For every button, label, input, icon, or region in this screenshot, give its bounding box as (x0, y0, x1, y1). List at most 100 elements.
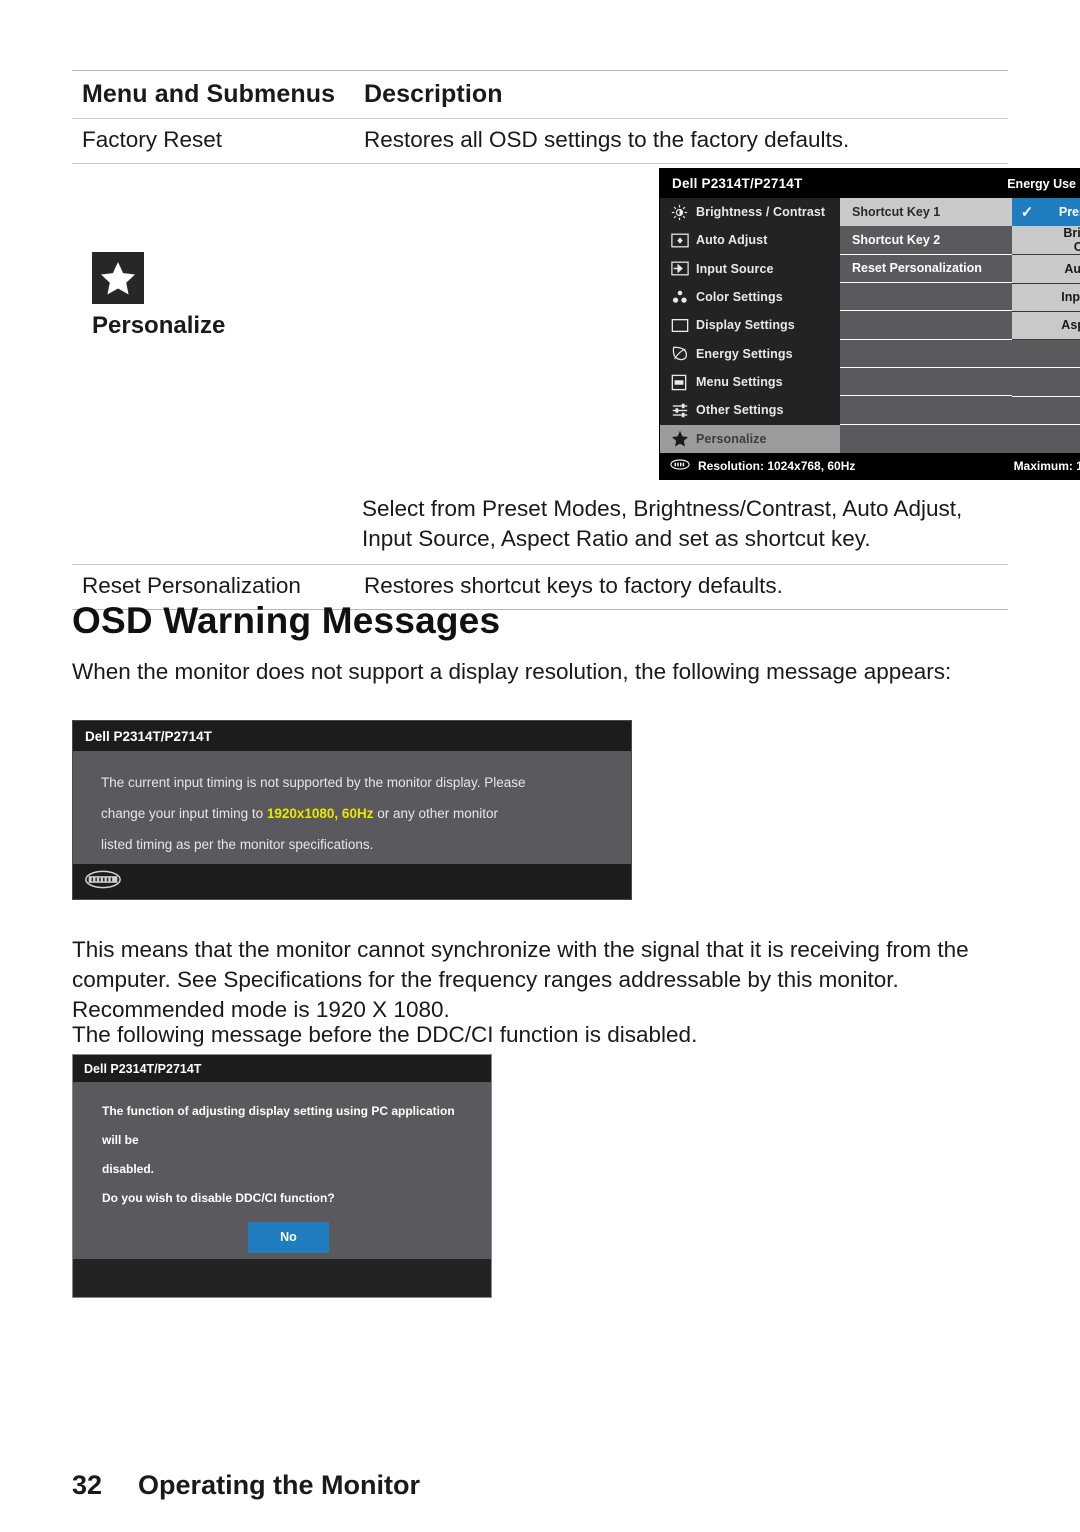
personalize-description: Select from Preset Modes, Brightness/Con… (362, 496, 963, 551)
osd-option-label: Aspect Raito (1061, 318, 1080, 333)
osd-submenu-label: Reset Personalization (852, 261, 982, 276)
osd-option-auto-adjust[interactable]: Auto Adjust (1012, 255, 1080, 284)
osd-main-menu: Brightness / Contrast Auto Adjust Input … (660, 198, 840, 453)
osd-submenu-item-empty (840, 396, 1012, 425)
unsupported-timing-dialog: Dell P2314T/P2714T The current input tim… (72, 720, 632, 900)
dialog-line-2-pre: change your input timing to (101, 806, 267, 821)
star-icon (671, 430, 696, 447)
page-number: 32 (72, 1470, 103, 1500)
osd-item-label: Personalize (696, 431, 767, 446)
osd-option-aspect-ratio[interactable]: Aspect Raito (1012, 311, 1080, 340)
osd-options-list: ✓ Preset Modes ▸ Brightness / Contrast (1012, 198, 1080, 453)
osd-option-empty (1012, 396, 1080, 425)
intro-paragraph: When the monitor does not support a disp… (72, 659, 952, 684)
brightness-icon (671, 204, 696, 221)
menu-submenus-table: Menu and Submenus Description Factory Re… (72, 70, 1080, 610)
dialog-footer (73, 864, 631, 899)
dialog-line-2-post: or any other monitor (373, 806, 499, 821)
explanation-paragraph: This means that the monitor cannot synch… (72, 937, 969, 1022)
recommended-timing-value: 1920x1080, 60Hz (266, 806, 374, 821)
osd-model-name: Dell P2314T/P2714T (672, 176, 803, 191)
auto-adjust-icon (671, 233, 696, 248)
footer-title: Operating the Monitor (138, 1470, 421, 1500)
monitor-badge-icon (83, 869, 123, 895)
osd-menu-screenshot: Dell P2314T/P2714T Energy Use Brightness… (659, 168, 1080, 480)
dialog-line-1: The function of adjusting display settin… (102, 1104, 455, 1147)
osd-item-label: Other Settings (696, 403, 784, 418)
check-icon: ✓ (1020, 203, 1034, 221)
osd-item-brightness-contrast[interactable]: Brightness / Contrast (660, 198, 840, 226)
osd-item-label: Color Settings (696, 290, 783, 305)
osd-submenu-item-empty (840, 283, 1012, 312)
osd-item-label: Auto Adjust (696, 233, 768, 248)
leaf-icon (671, 345, 696, 362)
dialog-line-3: Do you wish to disable DDC/CI function? (102, 1191, 335, 1205)
table-header-menu: Menu and Submenus (82, 80, 336, 108)
osd-maximum-text: Maximum: 1920x1080, 60Hz (1013, 459, 1080, 473)
osd-item-label: Menu Settings (696, 375, 783, 390)
osd-item-color-settings[interactable]: Color Settings (660, 283, 840, 311)
row-menu-label-personalize: Personalize (72, 164, 362, 564)
osd-item-display-settings[interactable]: Display Settings (660, 311, 840, 339)
dialog-footer (73, 1259, 491, 1297)
osd-submenu-item-empty (840, 368, 1012, 397)
osd-resolution-group: Resolution: 1024x768, 60Hz (670, 459, 855, 473)
osd-option-brightness-contrast[interactable]: Brightness / Contrast (1012, 226, 1080, 256)
osd-item-label: Brightness / Contrast (696, 205, 826, 220)
star-icon (92, 252, 144, 304)
osd-statusbar: Resolution: 1024x768, 60Hz Maximum: 1920… (660, 453, 1080, 479)
osd-energy-use: Energy Use (1007, 177, 1080, 191)
document-page: Menu and Submenus Description Factory Re… (0, 0, 1080, 1532)
ddcci-intro-paragraph: The following message before the DDC/CI … (72, 1022, 698, 1047)
dialog-body: The current input timing is not supporte… (73, 751, 631, 860)
osd-option-empty (1012, 424, 1080, 453)
personalize-description-cell: Dell P2314T/P2714T Energy Use Brightness… (362, 164, 1080, 564)
table-row: Personalize Dell P2314T/P2714T Energy Us… (72, 164, 1080, 564)
osd-item-label: Input Source (696, 261, 774, 276)
osd-option-label: Preset Modes (1058, 204, 1080, 219)
osd-submenu-item-reset-personalization[interactable]: Reset Personalization (840, 255, 1012, 283)
osd-item-auto-adjust[interactable]: Auto Adjust (660, 226, 840, 254)
osd-option-input-source[interactable]: Input Source ▸ (1012, 283, 1080, 312)
menu-settings-icon (671, 374, 696, 391)
osd-submenu: Shortcut Key 1 Shortcut Key 2 Reset Pers… (840, 198, 1012, 453)
osd-submenu-label: Shortcut Key 1 (852, 204, 941, 219)
osd-option-empty (1012, 368, 1080, 397)
table-header-description: Description (364, 80, 503, 108)
page-footer: 32 Operating the Monitor (72, 1470, 420, 1501)
osd-item-label: Energy Settings (696, 346, 793, 361)
table-header-row: Menu and Submenus Description (72, 71, 1008, 118)
display-settings-icon (671, 318, 696, 333)
osd-resolution-text: Resolution: 1024x768, 60Hz (698, 459, 856, 473)
dialog-title: Dell P2314T/P2714T (73, 1055, 491, 1082)
ddcci-disable-dialog: Dell P2314T/P2714T The function of adjus… (72, 1054, 492, 1298)
input-source-icon (671, 261, 696, 276)
osd-submenu-item-empty (840, 311, 1012, 340)
osd-option-label: Input Source (1061, 290, 1080, 305)
osd-submenu-item-empty (840, 425, 1012, 453)
osd-titlebar: Dell P2314T/P2714T Energy Use (660, 169, 1080, 198)
dialog-line-3: listed timing as per the monitor specifi… (101, 837, 374, 852)
osd-body: Brightness / Contrast Auto Adjust Input … (660, 198, 1080, 453)
page-title: OSD Warning Messages (72, 600, 501, 641)
table-row: Factory Reset Restores all OSD settings … (72, 119, 1008, 163)
color-settings-icon (671, 289, 696, 305)
osd-item-personalize[interactable]: Personalize (660, 424, 840, 453)
row-description: Restores all OSD settings to the factory… (364, 127, 850, 152)
osd-item-energy-settings[interactable]: Energy Settings (660, 340, 840, 368)
dialog-line-1: The current input timing is not supporte… (101, 775, 526, 790)
osd-submenu-item-shortcut-key-1[interactable]: Shortcut Key 1 (840, 198, 1012, 227)
osd-item-input-source[interactable]: Input Source (660, 255, 840, 283)
dialog-title: Dell P2314T/P2714T (73, 721, 631, 751)
monitor-icon (670, 459, 690, 473)
osd-option-label: Auto Adjust (1064, 261, 1080, 276)
osd-item-menu-settings[interactable]: Menu Settings (660, 368, 840, 396)
osd-option-preset-modes[interactable]: ✓ Preset Modes ▸ (1012, 198, 1080, 227)
no-button[interactable]: No (248, 1222, 329, 1253)
osd-item-other-settings[interactable]: Other Settings (660, 396, 840, 424)
osd-submenu-item-empty (840, 340, 1012, 368)
personalize-label: Personalize (92, 312, 226, 339)
osd-submenu-item-shortcut-key-2[interactable]: Shortcut Key 2 (840, 226, 1012, 255)
osd-submenu-label: Shortcut Key 2 (852, 232, 941, 247)
dialog-line-2: change your input timing to 1920x1080, 6… (101, 798, 609, 829)
